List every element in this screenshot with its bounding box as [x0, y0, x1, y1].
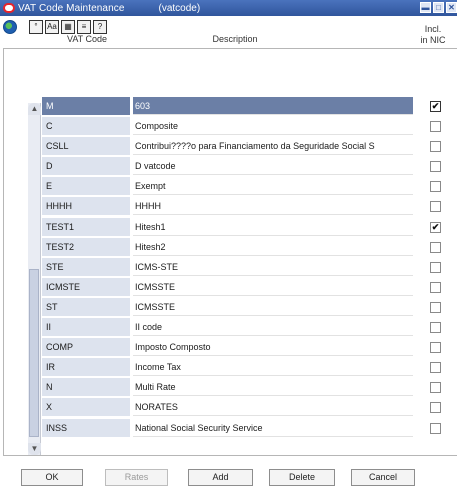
globe-icon[interactable] [3, 20, 17, 34]
ok-button[interactable]: OK [21, 469, 83, 486]
text-icon[interactable]: Aa [45, 20, 59, 34]
description-cell[interactable]: ICMSSTE [133, 298, 413, 316]
description-cell[interactable]: Imposto Composto [133, 338, 413, 357]
vat-code-cell[interactable]: M [42, 97, 130, 115]
description-cell[interactable]: 603 [133, 97, 413, 115]
incl-in-nic-checkbox[interactable] [430, 281, 441, 293]
window-code: (vatcode) [158, 2, 201, 14]
description-cell[interactable]: NORATES [133, 398, 413, 417]
vat-code-cell[interactable]: INSS [42, 418, 130, 437]
table-row[interactable]: TEST2 Hitesh2 [42, 237, 457, 257]
description-cell[interactable]: Hitesh2 [133, 238, 413, 256]
table-row[interactable]: C Composite [42, 116, 457, 136]
incl-in-nic-checkbox[interactable] [430, 141, 441, 153]
description-cell[interactable]: ICMS-STE [133, 258, 413, 276]
table-row[interactable]: M 603 ✔ [42, 96, 457, 116]
window-controls: ▬ □ ✕ [420, 2, 457, 13]
vat-code-cell[interactable]: D [42, 157, 130, 176]
notes-icon[interactable]: ≡ [77, 20, 91, 34]
incl-in-nic-checkbox[interactable] [430, 161, 441, 173]
vat-code-cell[interactable]: C [42, 117, 130, 136]
vat-code-cell[interactable]: II [42, 318, 130, 337]
description-cell[interactable]: Exempt [133, 177, 413, 196]
incl-in-nic-checkbox[interactable] [430, 342, 441, 354]
vat-code-cell[interactable]: TEST1 [42, 217, 130, 236]
table-row[interactable]: CSLL Contribui????o para Financiamento da… [42, 136, 457, 156]
vat-code-table: M 603 ✔ C Composite CSLL Contribui????o para F… [42, 96, 457, 438]
title-bar: VAT Code Maintenance (vatcode) ▬ □ ✕ [0, 0, 457, 16]
description-cell[interactable]: National Social Security Service [133, 419, 413, 437]
vertical-scrollbar[interactable]: ▲ ▼ [28, 103, 41, 455]
vat-code-cell[interactable]: IR [42, 358, 130, 377]
description-cell[interactable]: II code [133, 318, 413, 337]
table-row[interactable]: ICMSTE ICMSSTE [42, 277, 457, 297]
table-row[interactable]: II II code [42, 317, 457, 337]
description-cell[interactable]: Contribui????o para Financiamento da Seg… [133, 137, 413, 156]
incl-in-nic-checkbox[interactable] [430, 301, 441, 313]
incl-in-nic-checkbox[interactable] [430, 402, 441, 414]
vat-code-cell[interactable]: TEST2 [42, 237, 130, 256]
incl-header-line1: Incl. [424, 24, 442, 34]
description-cell[interactable]: Hitesh1 [133, 218, 413, 236]
vat-code-cell[interactable]: N [42, 378, 130, 397]
incl-in-nic-checkbox[interactable]: ✔ [430, 221, 441, 233]
incl-in-nic-checkbox[interactable] [430, 422, 441, 434]
column-header-incl-in-nic[interactable]: Incl. in NIC [416, 24, 450, 46]
table-row[interactable]: STE ICMS-STE [42, 257, 457, 277]
incl-in-nic-checkbox[interactable] [430, 121, 441, 133]
column-header-description[interactable]: Description [160, 34, 310, 44]
window-title: VAT Code Maintenance [18, 2, 125, 14]
vat-code-cell[interactable]: COMP [42, 338, 130, 357]
table-row[interactable]: COMP Imposto Composto [42, 337, 457, 357]
incl-in-nic-checkbox[interactable] [430, 362, 441, 374]
incl-in-nic-checkbox[interactable]: ✔ [430, 101, 441, 112]
table-row[interactable]: INSS National Social Security Service [42, 418, 457, 438]
incl-in-nic-checkbox[interactable] [430, 322, 441, 334]
vat-code-cell[interactable]: HHHH [42, 197, 130, 216]
table-row[interactable]: N Multi Rate [42, 377, 457, 397]
minimize-icon[interactable]: ▬ [420, 2, 431, 13]
table-row[interactable]: ST ICMSSTE [42, 297, 457, 317]
add-button[interactable]: Add [188, 469, 253, 486]
table-row[interactable]: E Exempt [42, 176, 457, 196]
delete-button[interactable]: Delete [269, 469, 335, 486]
description-cell[interactable]: D vatcode [133, 157, 413, 176]
help-icon[interactable]: ° [29, 20, 43, 34]
incl-in-nic-checkbox[interactable] [430, 241, 441, 253]
cancel-button[interactable]: Cancel [351, 469, 415, 486]
description-cell[interactable]: HHHH [133, 197, 413, 216]
calendar-icon[interactable]: ▦ [61, 20, 75, 34]
table-row[interactable]: DD vatcode [42, 156, 457, 176]
vat-code-cell[interactable]: ST [42, 297, 130, 316]
rates-button[interactable]: Rates [105, 469, 168, 486]
description-cell[interactable]: Composite [133, 117, 413, 136]
column-header-vat-code[interactable]: VAT Code [52, 34, 122, 44]
incl-in-nic-checkbox[interactable] [430, 201, 441, 213]
incl-in-nic-checkbox[interactable] [430, 261, 441, 273]
description-cell[interactable]: Income Tax [133, 358, 413, 377]
close-icon[interactable]: ✕ [446, 2, 457, 13]
vat-code-cell[interactable]: STE [42, 257, 130, 276]
vat-code-cell[interactable]: CSLL [42, 137, 130, 156]
vat-code-cell[interactable]: E [42, 177, 130, 196]
description-cell[interactable]: ICMSSTE [133, 278, 413, 296]
incl-header-line2: in NIC [420, 35, 446, 45]
table-row[interactable]: HHHH HHHH [42, 196, 457, 216]
table-row[interactable]: X NORATES [42, 397, 457, 417]
vat-code-cell[interactable]: ICMSTE [42, 277, 130, 296]
maximize-icon[interactable]: □ [433, 2, 444, 13]
scroll-up-icon[interactable]: ▲ [28, 103, 41, 115]
app-logo-icon [3, 3, 15, 13]
incl-in-nic-checkbox[interactable] [430, 181, 441, 193]
table-row[interactable]: TEST1 Hitesh1 ✔ [42, 217, 457, 237]
incl-in-nic-checkbox[interactable] [430, 382, 441, 394]
scroll-down-icon[interactable]: ▼ [28, 443, 41, 455]
table-row[interactable]: IR Income Tax [42, 357, 457, 377]
button-bar: OK Rates Add Delete Cancel [3, 462, 457, 493]
info-icon[interactable]: ? [93, 20, 107, 34]
vat-code-cell[interactable]: X [42, 398, 130, 417]
scroll-thumb[interactable] [29, 269, 39, 437]
description-cell[interactable]: Multi Rate [133, 378, 413, 397]
